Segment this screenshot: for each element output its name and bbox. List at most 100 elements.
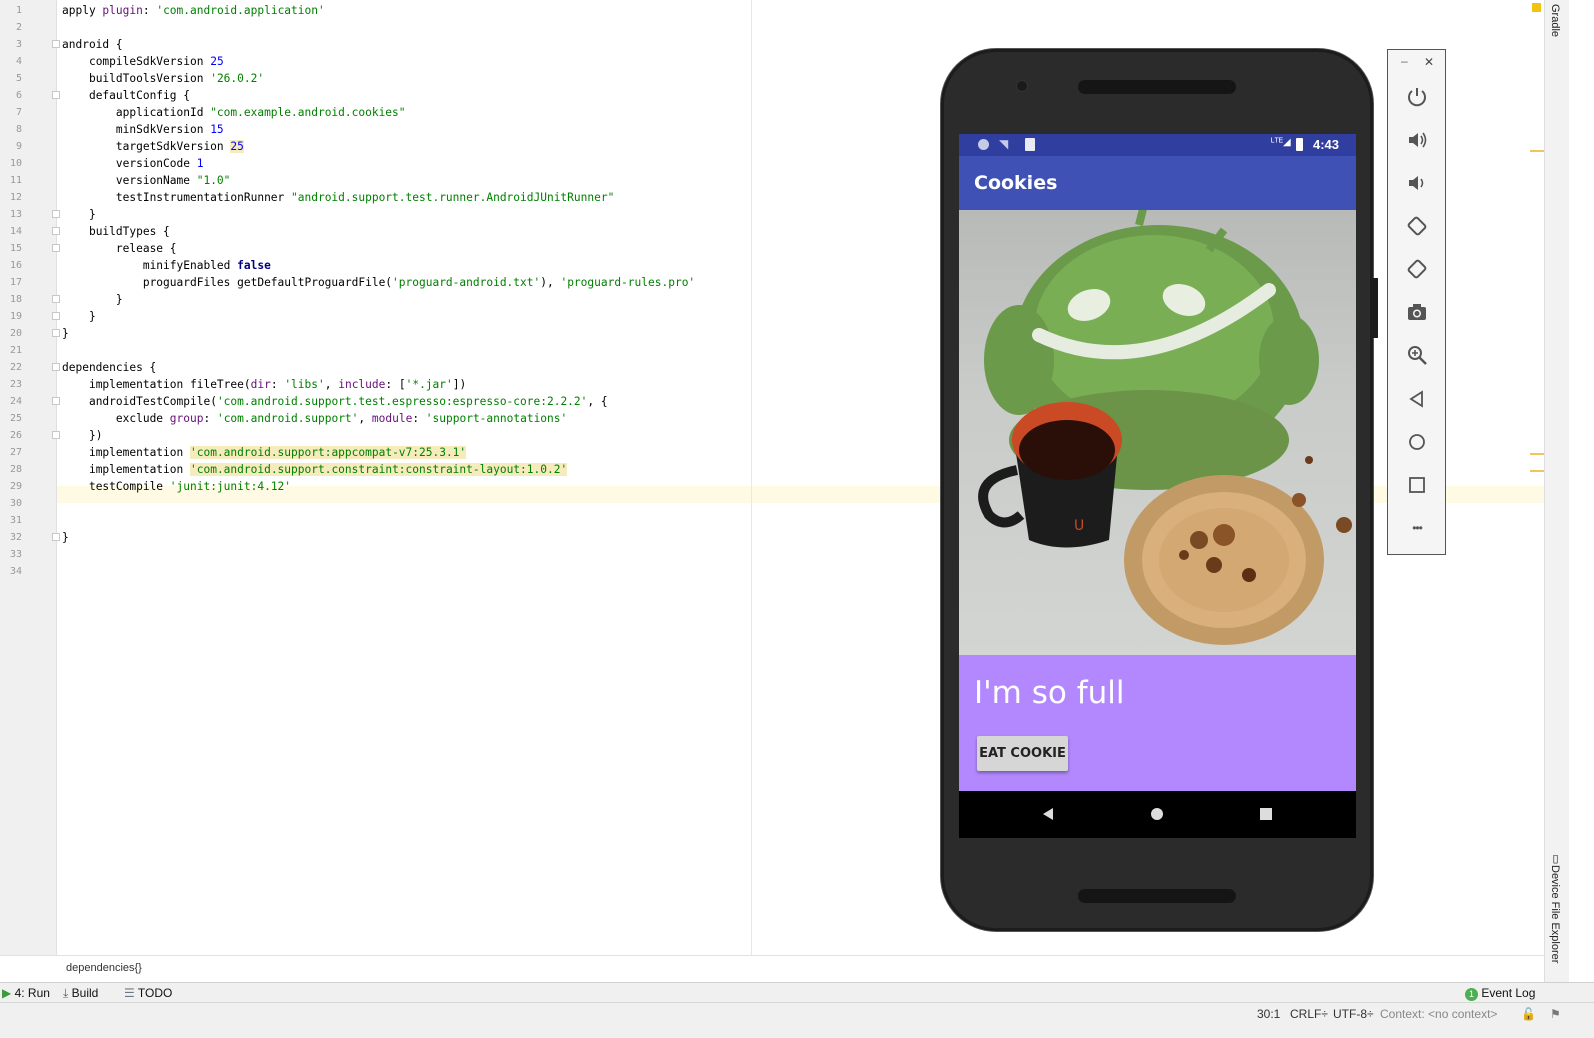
device-file-explorer-tab[interactable]: ▯Device File Explorer: [1549, 852, 1562, 963]
build-tab[interactable]: ⤓ Build: [63, 986, 98, 1001]
line-number: 12: [9, 192, 22, 203]
line-number: 22: [9, 362, 22, 373]
code-token: android {: [62, 38, 123, 51]
code-line[interactable]: apply plugin: 'com.android.application': [62, 2, 325, 19]
line-number: 4: [15, 56, 22, 67]
line-number: 9: [15, 141, 22, 152]
line-number: 8: [15, 124, 22, 135]
minimize-button[interactable]: –: [1401, 54, 1408, 68]
event-log-tab[interactable]: 1 Event Log: [1465, 986, 1535, 1001]
code-line[interactable]: compileSdkVersion 25: [62, 53, 224, 70]
fold-marker[interactable]: [52, 312, 60, 320]
todo-tab[interactable]: ☰ TODO: [124, 986, 172, 1000]
code-line[interactable]: }: [62, 325, 69, 342]
fold-marker[interactable]: [52, 329, 60, 337]
eat-cookie-button[interactable]: EAT COOKIE: [977, 736, 1068, 771]
volume-up-icon[interactable]: [1402, 125, 1432, 155]
code-line[interactable]: exclude group: 'com.android.support', mo…: [62, 410, 567, 427]
code-token: 'com.android.support.constraint:constrai…: [190, 463, 568, 476]
overview-icon[interactable]: [1402, 470, 1432, 500]
code-line[interactable]: }: [62, 529, 69, 546]
fold-marker[interactable]: [52, 363, 60, 371]
back-icon[interactable]: [1041, 807, 1055, 821]
run-tab[interactable]: ▶ 4: Run: [2, 986, 50, 1000]
code-line[interactable]: testCompile 'junit:junit:4.12': [62, 478, 291, 495]
code-line[interactable]: }: [62, 308, 96, 325]
caret-position[interactable]: 30:1: [1257, 1007, 1280, 1021]
code-token: group: [169, 412, 204, 425]
code-line[interactable]: versionName "1.0": [62, 172, 231, 189]
recents-icon[interactable]: [1259, 807, 1273, 821]
more-icon[interactable]: •••: [1402, 513, 1432, 543]
home-icon[interactable]: [1402, 427, 1432, 457]
fold-marker[interactable]: [52, 210, 60, 218]
fold-marker[interactable]: [52, 40, 60, 48]
lock-icon[interactable]: 🔓: [1521, 1007, 1536, 1021]
code-token: androidTestCompile(: [88, 395, 217, 408]
code-line[interactable]: applicationId "com.example.android.cooki…: [62, 104, 406, 121]
code-token: testCompile: [88, 480, 170, 493]
line-number: 32: [9, 532, 22, 543]
code-line[interactable]: }: [62, 206, 96, 223]
scroll-marker[interactable]: [1530, 150, 1544, 152]
breadcrumb[interactable]: dependencies{}: [0, 955, 1568, 982]
volume-down-icon[interactable]: [1402, 168, 1432, 198]
event-icon[interactable]: ⚑: [1550, 1007, 1561, 1021]
warning-indicator[interactable]: [1532, 3, 1541, 12]
breadcrumb-item[interactable]: dependencies{}: [66, 962, 142, 974]
code-line[interactable]: android {: [62, 36, 123, 53]
code-token: }: [88, 208, 96, 221]
close-button[interactable]: ✕: [1424, 55, 1434, 69]
line-number: 15: [9, 243, 22, 254]
code-token: 15: [210, 123, 224, 136]
code-line[interactable]: minSdkVersion 15: [62, 121, 224, 138]
emulator-screen[interactable]: ◥ ᴸᵀᴱ◢ 4:43 Cookies U I'm so full EAT CO…: [959, 134, 1356, 838]
code-line[interactable]: }): [62, 427, 102, 444]
fold-marker[interactable]: [52, 397, 60, 405]
code-line[interactable]: androidTestCompile('com.android.support.…: [62, 393, 608, 410]
line-separator[interactable]: CRLF÷: [1290, 1007, 1328, 1021]
code-line[interactable]: implementation fileTree(dir: 'libs', inc…: [62, 376, 466, 393]
code-line[interactable]: proguardFiles getDefaultProguardFile('pr…: [62, 274, 695, 291]
code-line[interactable]: defaultConfig {: [62, 87, 190, 104]
code-line[interactable]: dependencies {: [62, 359, 156, 376]
zoom-icon[interactable]: [1402, 340, 1432, 370]
power-icon[interactable]: [1402, 82, 1432, 112]
fold-marker[interactable]: [52, 244, 60, 252]
back-icon[interactable]: [1402, 384, 1432, 414]
code-line[interactable]: implementation 'com.android.support:appc…: [62, 444, 467, 461]
code-line[interactable]: buildToolsVersion '26.0.2': [62, 70, 264, 87]
code-token: implementation fileTree(: [88, 378, 251, 391]
home-icon[interactable]: [1150, 807, 1164, 821]
code-line[interactable]: buildTypes {: [62, 223, 170, 240]
wifi-icon: ◥: [999, 137, 1009, 151]
code-line[interactable]: targetSdkVersion 25: [62, 138, 244, 155]
fold-marker[interactable]: [52, 431, 60, 439]
code-line[interactable]: minifyEnabled false: [62, 257, 271, 274]
camera-icon[interactable]: [1402, 297, 1432, 327]
rotate-right-icon[interactable]: [1402, 254, 1432, 284]
fold-marker[interactable]: [52, 533, 60, 541]
file-encoding[interactable]: UTF-8÷: [1333, 1007, 1374, 1021]
fold-marker[interactable]: [52, 295, 60, 303]
line-number: 28: [9, 464, 22, 475]
gradle-tab[interactable]: Gradle: [1549, 4, 1561, 37]
code-line[interactable]: }: [62, 291, 123, 308]
code-token: , {: [587, 395, 608, 408]
code-line[interactable]: implementation 'com.android.support.cons…: [62, 461, 568, 478]
code-line[interactable]: versionCode 1: [62, 155, 204, 172]
scroll-marker[interactable]: [1530, 453, 1544, 455]
code-line[interactable]: release {: [62, 240, 177, 257]
todo-icon: ☰: [124, 986, 135, 1000]
rotate-left-icon[interactable]: [1402, 211, 1432, 241]
power-side-button[interactable]: [1373, 278, 1378, 338]
code-token: :: [203, 412, 217, 425]
fold-marker[interactable]: [52, 227, 60, 235]
fold-marker[interactable]: [52, 91, 60, 99]
context-indicator[interactable]: Context: <no context>: [1380, 1007, 1497, 1021]
code-line[interactable]: testInstrumentationRunner "android.suppo…: [62, 189, 614, 206]
scroll-marker[interactable]: [1530, 470, 1544, 472]
front-camera: [1016, 80, 1028, 92]
